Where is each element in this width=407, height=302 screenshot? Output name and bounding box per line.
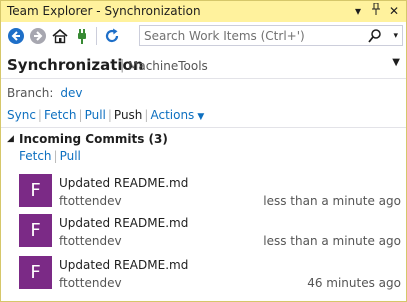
author-avatar: F: [19, 256, 52, 289]
incoming-pull-link[interactable]: Pull: [60, 149, 81, 163]
back-icon[interactable]: [7, 27, 25, 45]
commit-item[interactable]: F Updated README.md ftottendev less than…: [19, 174, 403, 214]
action-separator: |: [37, 108, 42, 122]
incoming-actions: Fetch | Pull: [19, 149, 81, 163]
commit-author: ftottendev: [59, 276, 122, 290]
actions-menu[interactable]: Actions: [150, 108, 194, 122]
commit-time: 46 minutes ago: [307, 276, 401, 290]
incoming-commits-title: Incoming Commits (3): [19, 132, 168, 146]
search-dropdown-icon[interactable]: ▾: [393, 27, 398, 45]
forward-icon[interactable]: [29, 27, 47, 45]
title-bar[interactable]: Team Explorer - Synchronization ▾ ✕: [1, 1, 406, 22]
commit-time: less than a minute ago: [263, 234, 401, 248]
author-avatar: F: [19, 214, 52, 247]
branch-label: Branch:: [7, 86, 54, 100]
window-dropdown-icon[interactable]: ▾: [351, 3, 365, 19]
team-explorer-window: Team Explorer - Synchronization ▾ ✕ ▾: [0, 0, 407, 302]
commit-item[interactable]: F Updated README.md ftottendev 46 minute…: [19, 256, 403, 296]
commit-author: ftottendev: [59, 194, 122, 208]
window-title: Team Explorer - Synchronization: [7, 4, 201, 18]
commit-message: Updated README.md: [59, 216, 189, 230]
branch-row: Branch: dev: [7, 86, 82, 100]
home-icon[interactable]: [51, 27, 69, 45]
header-separator: |: [120, 58, 125, 73]
pin-icon[interactable]: [369, 2, 383, 19]
chevron-down-icon[interactable]: ▼: [197, 112, 204, 122]
collapse-triangle-icon[interactable]: ◢: [7, 134, 14, 144]
refresh-icon[interactable]: [103, 27, 121, 45]
connect-icon[interactable]: [73, 27, 91, 45]
fetch-link[interactable]: Fetch: [44, 108, 77, 122]
sync-link[interactable]: Sync: [7, 108, 36, 122]
section-divider: [1, 127, 406, 128]
author-avatar: F: [19, 174, 52, 207]
incoming-fetch-link[interactable]: Fetch: [19, 149, 52, 163]
toolbar: ▾: [1, 22, 406, 49]
page-header: Synchronization | MachineTools ▼: [1, 49, 406, 79]
branch-value[interactable]: dev: [60, 86, 82, 100]
repository-name: MachineTools: [128, 59, 208, 73]
search-icon[interactable]: [368, 28, 382, 44]
action-separator: |: [107, 108, 112, 122]
toolbar-separator: [96, 27, 97, 45]
commit-message: Updated README.md: [59, 176, 189, 190]
sync-actions: Sync | Fetch | Pull | Push | Actions ▼: [7, 108, 204, 122]
header-dropdown-icon[interactable]: ▼: [392, 57, 400, 68]
close-icon[interactable]: ✕: [387, 3, 401, 19]
incoming-separator: |: [53, 149, 58, 163]
search-box[interactable]: ▾: [139, 25, 403, 46]
action-separator: |: [78, 108, 83, 122]
push-link[interactable]: Push: [114, 108, 143, 122]
commit-author: ftottendev: [59, 234, 122, 248]
commit-message: Updated README.md: [59, 258, 189, 272]
commit-item[interactable]: F Updated README.md ftottendev less than…: [19, 214, 403, 254]
search-input[interactable]: [144, 28, 364, 44]
commit-time: less than a minute ago: [263, 194, 401, 208]
pull-link[interactable]: Pull: [85, 108, 106, 122]
action-separator: |: [144, 108, 149, 122]
